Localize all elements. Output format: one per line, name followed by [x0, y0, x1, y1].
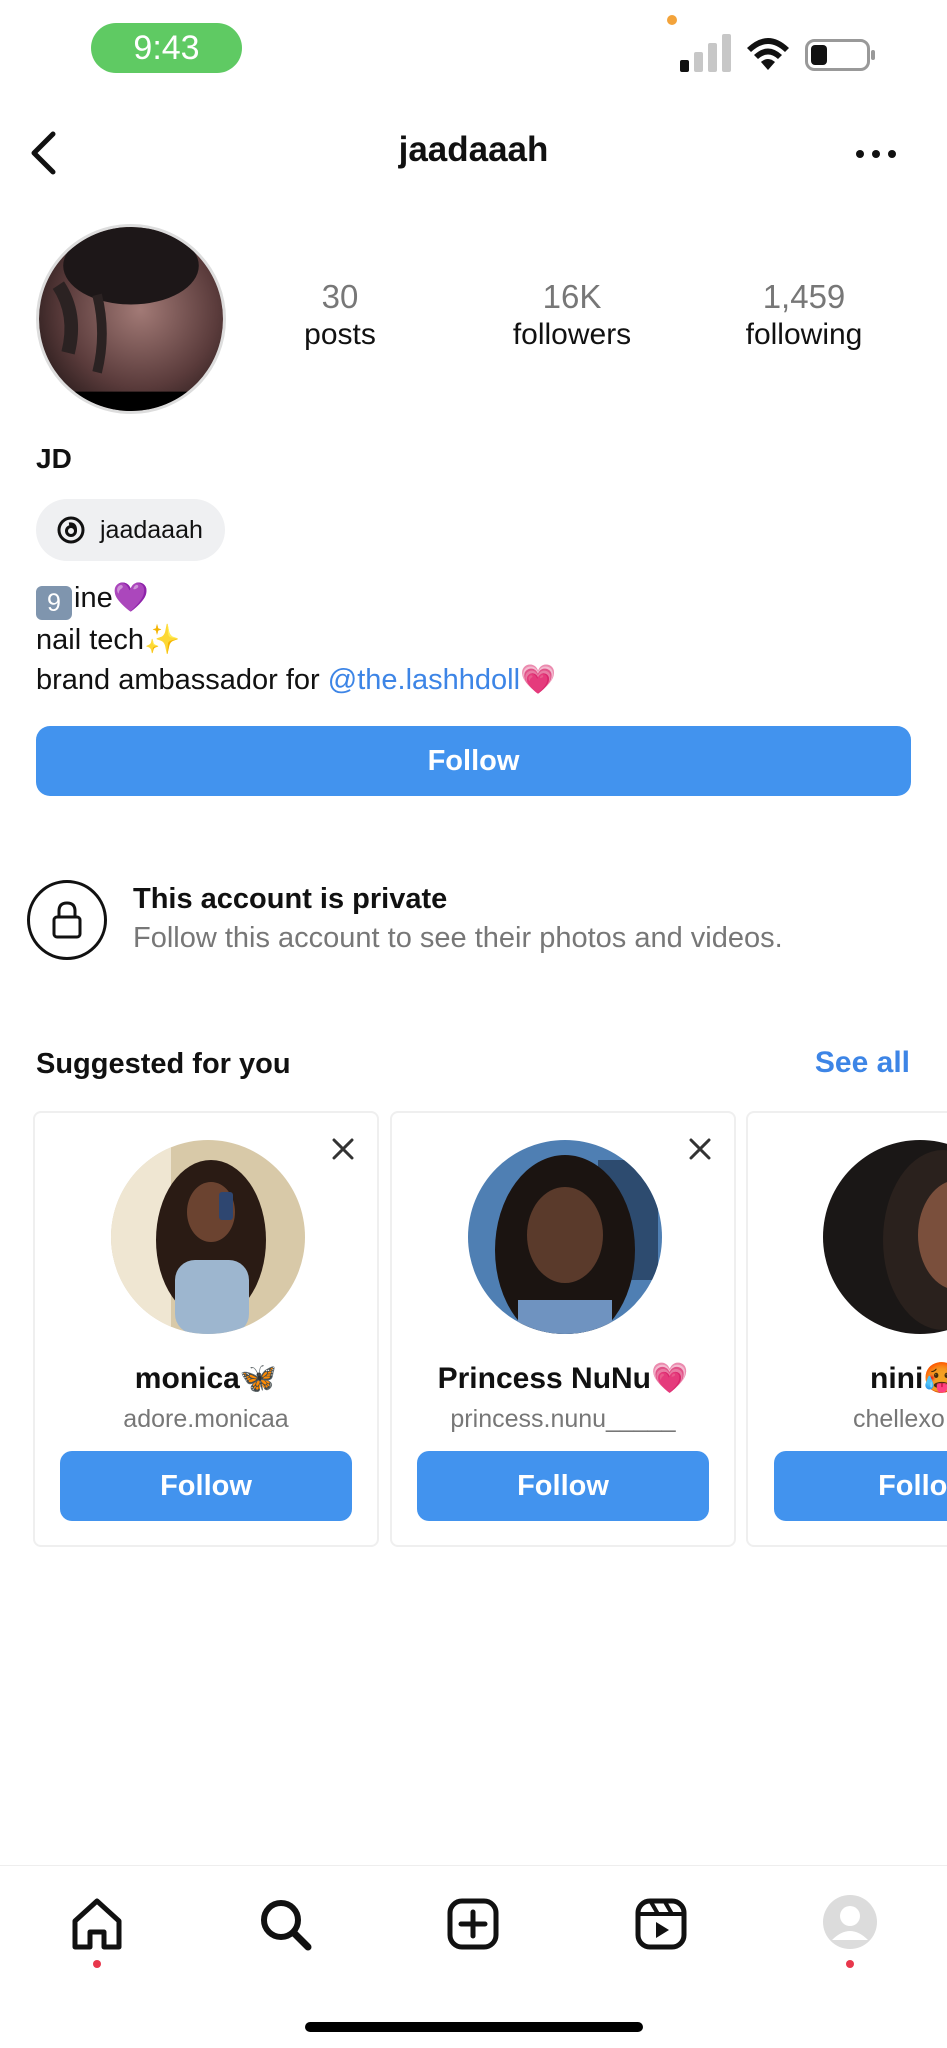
suggested-name: monica🦋	[134, 1362, 278, 1395]
status-time: 9:43	[91, 23, 242, 73]
profile-icon	[823, 1895, 877, 1949]
avatar-photo	[823, 1140, 947, 1334]
following-stat[interactable]: 1,459 following	[714, 278, 894, 354]
suggested-avatar[interactable]	[111, 1140, 305, 1334]
suggested-title: Suggested for you	[36, 1048, 291, 1080]
threads-badge[interactable]: jaadaaah	[36, 499, 225, 561]
bottom-tab-bar	[0, 1865, 947, 2048]
suggested-card[interactable]: nini🥵 chellexo Follow	[746, 1111, 947, 1547]
posts-count: 30	[321, 278, 359, 315]
following-count: 1,459	[762, 278, 846, 315]
home-icon[interactable]	[67, 1894, 127, 1954]
suggested-name: Princess NuNu💗	[437, 1362, 689, 1395]
avatar-photo	[111, 1140, 305, 1334]
suggested-username: adore.monicaa	[123, 1405, 289, 1433]
followers-label: followers	[512, 318, 632, 351]
suggested-avatar[interactable]	[468, 1140, 662, 1334]
display-name: JD	[36, 443, 72, 474]
cellular-signal-icon	[680, 34, 731, 72]
reels-icon[interactable]	[631, 1894, 691, 1954]
private-title: This account is private	[133, 883, 448, 915]
more-options-icon[interactable]	[855, 142, 897, 166]
lock-icon	[52, 901, 82, 939]
mention-link[interactable]: @the.lashhdoll	[328, 664, 520, 696]
posts-label: posts	[304, 318, 376, 351]
followers-stat[interactable]: 16K followers	[482, 278, 662, 354]
profile-tab-avatar[interactable]	[822, 1894, 882, 1954]
keycap-nine: 9	[36, 586, 72, 620]
private-subtitle: Follow this account to see their photos …	[133, 922, 783, 954]
profile-avatar[interactable]	[36, 224, 226, 414]
suggested-name: nini🥵	[870, 1362, 947, 1395]
avatar-photo	[468, 1140, 662, 1334]
suggested-follow-button[interactable]: Follow	[417, 1451, 709, 1521]
bio-line-1: 9 ine💜	[36, 578, 556, 620]
battery-icon	[805, 39, 875, 71]
close-icon[interactable]	[329, 1135, 357, 1163]
bio-line-2: nail tech✨	[36, 624, 181, 656]
suggested-follow-button[interactable]: Follow	[60, 1451, 352, 1521]
following-label: following	[745, 318, 863, 351]
suggested-follow-button[interactable]: Follow	[774, 1451, 947, 1521]
profile-notification-dot	[846, 1960, 854, 1968]
bio: 9 ine💜 nail tech✨ brand ambassador for @t…	[36, 578, 556, 700]
bio-line-1-text: ine💜	[74, 582, 149, 614]
threads-handle: jaadaaah	[100, 515, 203, 544]
threads-icon	[57, 516, 85, 544]
see-all-link[interactable]: See all	[815, 1046, 910, 1080]
bio-line-3-text: brand ambassador for	[36, 664, 328, 696]
create-post-icon[interactable]	[443, 1894, 503, 1954]
close-icon[interactable]	[686, 1135, 714, 1163]
privacy-indicator-dot	[667, 15, 677, 25]
suggested-card[interactable]: monica🦋 adore.monicaa Follow	[33, 1111, 379, 1547]
wifi-icon	[747, 38, 789, 70]
suggested-username: chellexo	[853, 1405, 945, 1433]
bio-line-3-emoji: 💗	[520, 664, 557, 696]
search-icon[interactable]	[255, 1894, 315, 1954]
profile-username-title: jaadaaah	[398, 130, 549, 169]
suggested-card[interactable]: Princess NuNu💗 princess.nunu_____ Follow	[390, 1111, 736, 1547]
posts-stat: 30 posts	[250, 278, 430, 354]
suggested-username: princess.nunu_____	[450, 1405, 676, 1433]
lock-badge	[27, 880, 107, 960]
avatar-photo	[39, 227, 223, 411]
follow-button[interactable]: Follow	[36, 726, 911, 796]
suggested-avatar[interactable]	[823, 1140, 947, 1334]
home-notification-dot	[93, 1960, 101, 1968]
home-indicator	[305, 2022, 643, 2032]
followers-count: 16K	[542, 278, 602, 315]
bio-line-3: brand ambassador for @the.lashhdoll💗	[36, 660, 556, 700]
